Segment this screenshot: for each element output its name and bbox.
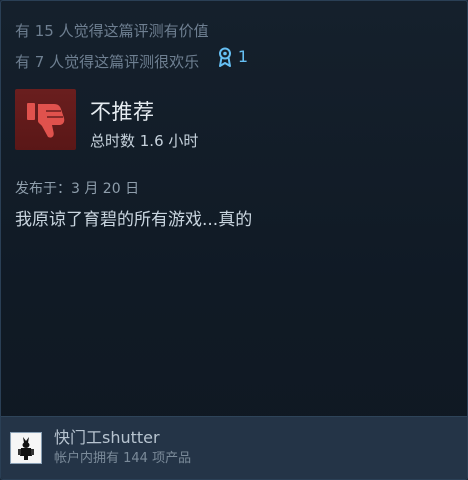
author-info: 快门工shutter 帐户内拥有 144 项产品	[54, 428, 191, 468]
funny-count-text: 有 7 人觉得这篇评测很欢乐	[15, 53, 200, 71]
review-body: 我原谅了育碧的所有游戏...真的	[15, 210, 253, 230]
avatar-figure-icon	[12, 434, 40, 462]
thumbs-down-icon	[26, 102, 64, 138]
award-count: 1	[237, 47, 249, 66]
verdict-block[interactable]: 不推荐 总时数 1.6 小时	[15, 89, 198, 151]
author-footer[interactable]: 快门工shutter 帐户内拥有 144 项产品	[1, 416, 467, 479]
award-badge[interactable]: 1	[218, 47, 248, 67]
award-ribbon-icon	[218, 47, 231, 67]
helpful-count-text: 有 15 人觉得这篇评测有价值	[15, 22, 209, 40]
funny-row: 有 7 人觉得这篇评测很欢乐 1	[15, 47, 248, 72]
author-name[interactable]: 快门工shutter	[54, 428, 191, 448]
verdict-title: 不推荐	[90, 100, 155, 124]
review-card: 有 15 人觉得这篇评测有价值 有 7 人觉得这篇评测很欢乐 1 不推荐 总时数…	[0, 0, 468, 480]
avatar[interactable]	[10, 432, 42, 464]
thumbs-down-box	[15, 89, 76, 150]
author-products: 帐户内拥有 144 项产品	[54, 451, 192, 466]
playtime-hours: 总时数 1.6 小时	[90, 132, 199, 150]
posted-date: 发布于：3 月 20 日	[15, 181, 140, 197]
verdict-text: 不推荐 总时数 1.6 小时	[90, 89, 198, 151]
